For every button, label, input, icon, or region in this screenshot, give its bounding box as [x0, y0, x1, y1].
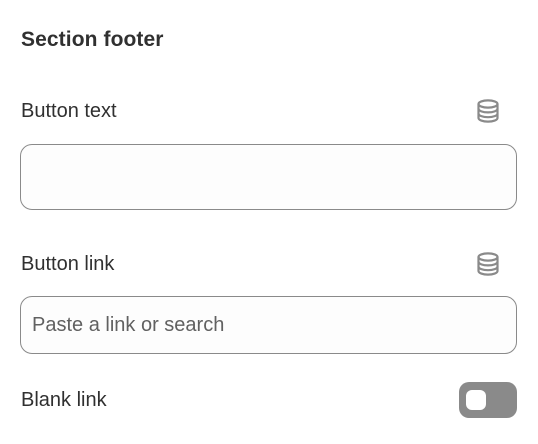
- button-link-input[interactable]: [20, 296, 517, 354]
- button-text-input[interactable]: [20, 144, 517, 210]
- button-link-label: Button link: [21, 253, 115, 275]
- toggle-knob: [466, 390, 486, 410]
- database-icon[interactable]: [475, 98, 501, 124]
- database-icon[interactable]: [475, 251, 501, 277]
- section-title: Section footer: [21, 28, 164, 51]
- blank-link-toggle[interactable]: [459, 382, 517, 418]
- button-text-label: Button text: [21, 100, 117, 122]
- blank-link-label: Blank link: [21, 389, 107, 411]
